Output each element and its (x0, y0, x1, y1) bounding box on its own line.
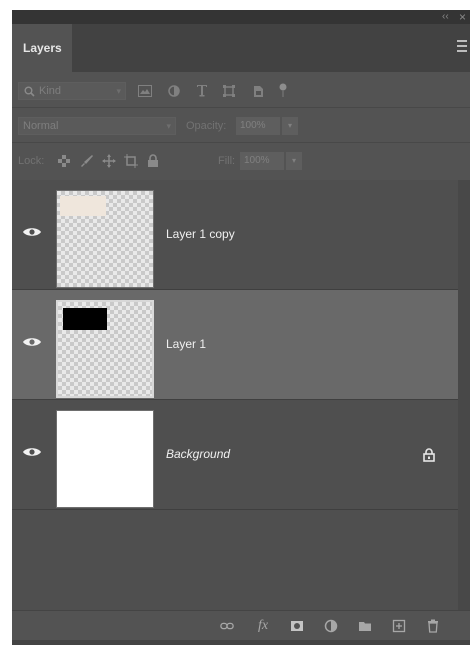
new-layer-icon[interactable] (392, 619, 406, 633)
layers-bottom-toolbar: fx (12, 610, 470, 641)
layer-thumbnail[interactable] (56, 300, 154, 398)
blend-row: Normal ▾ Opacity: 100% ▾ (12, 107, 470, 145)
delete-icon[interactable] (426, 619, 440, 633)
shape-filter-icon[interactable] (222, 84, 236, 98)
filter-row: Kind ▾ (12, 72, 470, 110)
opacity-label: Opacity: (186, 120, 227, 132)
fx-icon[interactable]: fx (256, 619, 270, 633)
lock-position-icon[interactable] (102, 154, 116, 168)
eye-icon[interactable] (22, 335, 42, 349)
layers-panel: ‹‹ × Layers Kind ▾ Normal ▾ Opacity: 100… (12, 10, 470, 645)
kind-filter-label: Kind (39, 85, 62, 97)
layer-name[interactable]: Layer 1 (166, 337, 206, 351)
opacity-dropdown-icon[interactable]: ▾ (282, 117, 298, 135)
fill-dropdown-icon[interactable]: ▾ (286, 152, 302, 170)
type-filter-icon[interactable] (196, 84, 208, 97)
layers-list: Layer 1 copy Layer 1 Background (12, 180, 458, 610)
panel-header-bar: ‹‹ × (12, 10, 470, 24)
lock-image-pixels-icon[interactable] (80, 154, 94, 168)
blend-mode-value: Normal (23, 120, 59, 132)
layer-content-preview (60, 196, 106, 216)
panel-menu-icon[interactable] (457, 40, 467, 56)
layer-content-preview (63, 308, 107, 330)
adjustment-layer-icon[interactable] (324, 619, 338, 633)
close-icon[interactable]: × (459, 10, 466, 24)
lock-label: Lock: (18, 155, 45, 167)
tab-layers[interactable]: Layers (12, 24, 72, 72)
layer-name[interactable]: Layer 1 copy (166, 227, 235, 241)
lock-row: Lock: Fill: 100% ▾ (12, 142, 470, 180)
layer-name[interactable]: Background (166, 447, 230, 461)
layer-row-background[interactable]: Background (12, 400, 458, 510)
opacity-input[interactable]: 100% (236, 117, 280, 135)
chevron-down-icon: ▾ (116, 86, 121, 96)
lock-icon[interactable] (422, 448, 436, 462)
layers-scrollbar[interactable] (458, 180, 470, 610)
fill-input[interactable]: 100% (240, 152, 284, 170)
blend-mode-select[interactable]: Normal ▾ (18, 117, 176, 135)
layer-thumbnail[interactable] (56, 410, 154, 508)
tab-strip: Layers (12, 24, 470, 72)
search-icon (24, 86, 35, 97)
lock-artboard-icon[interactable] (124, 154, 138, 168)
panel-bottom-edge (12, 640, 470, 645)
image-filter-icon[interactable] (138, 85, 152, 97)
lock-transparent-pixels-icon[interactable] (58, 155, 70, 167)
new-group-icon[interactable] (358, 619, 372, 633)
smart-object-filter-icon[interactable] (252, 84, 265, 98)
lock-all-icon[interactable] (147, 154, 159, 168)
add-mask-icon[interactable] (290, 619, 304, 633)
double-chevron-left-icon[interactable]: ‹‹ (442, 10, 449, 24)
eye-icon[interactable] (22, 225, 42, 239)
tab-layers-label: Layers (23, 41, 62, 55)
layer-row-layer-1-copy[interactable]: Layer 1 copy (12, 180, 458, 290)
fill-label: Fill: (218, 155, 236, 167)
layer-thumbnail[interactable] (56, 190, 154, 288)
link-layers-icon[interactable] (220, 619, 234, 633)
kind-filter-select[interactable]: Kind ▾ (18, 82, 126, 100)
adjustment-filter-icon[interactable] (168, 85, 180, 97)
eye-icon[interactable] (22, 445, 42, 459)
chevron-down-icon: ▾ (166, 121, 171, 131)
filter-toggle-icon[interactable] (278, 83, 288, 98)
layer-row-layer-1[interactable]: Layer 1 (12, 290, 458, 400)
